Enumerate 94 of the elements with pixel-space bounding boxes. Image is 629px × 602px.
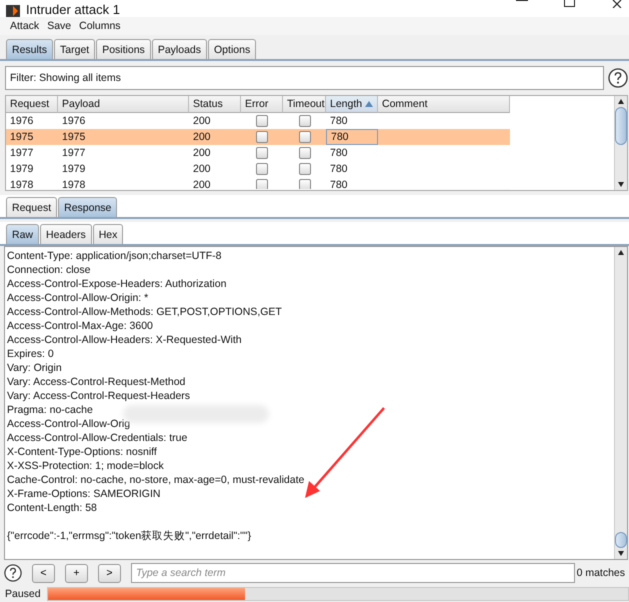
- scroll-thumb[interactable]: [615, 532, 627, 548]
- help-icon[interactable]: [4, 564, 22, 582]
- table-row[interactable]: 1976 1976 200 780: [6, 113, 510, 129]
- table-cell-text: 200: [192, 178, 212, 189]
- menu-item[interactable]: Columns: [79, 20, 121, 32]
- table-cell-text: 1976: [9, 114, 34, 129]
- tab[interactable]: Positions: [96, 39, 151, 59]
- table-cell-text: 780: [329, 114, 349, 129]
- table-row[interactable]: 1979 1979 200 780: [6, 161, 510, 177]
- response-line: Pragma: no-cache: [7, 404, 93, 416]
- checkbox[interactable]: [298, 115, 310, 127]
- table-cell-text: 200: [192, 130, 212, 145]
- tab[interactable]: Headers: [40, 224, 92, 244]
- search-nav-button[interactable]: >: [98, 564, 121, 582]
- table-cell-text: 1978: [61, 178, 86, 189]
- response-line: Vary: Access-Control-Request-Method: [7, 376, 186, 388]
- tab[interactable]: Response: [58, 197, 118, 217]
- response-line: Content-Type: application/json;charset=UTF-8: [7, 250, 222, 262]
- table-cell-text: 1977: [9, 146, 34, 161]
- response-line: Connection: close: [7, 264, 90, 276]
- response-line: Access-Control-Max-Age: 3600: [7, 320, 153, 332]
- sort-ascending-icon: [365, 101, 373, 107]
- response-line: X-Frame-Options: SAMEORIGIN: [7, 488, 160, 500]
- response-line: X-Content-Type-Options: nosniff: [7, 446, 157, 458]
- window-title: Intruder attack 1: [26, 2, 120, 17]
- table-row[interactable]: 1978 1978 200 780: [6, 177, 510, 189]
- tab[interactable]: Options: [208, 39, 256, 59]
- tab[interactable]: Hex: [92, 224, 124, 244]
- response-line: Cache-Control: no-cache, no-store, max-age=0, must-revalidate: [7, 474, 304, 486]
- response-line: Access-Control-Allow-Orig: [7, 418, 130, 430]
- table-cell-text: 1977: [61, 146, 86, 161]
- table-row[interactable]: 1975 1975 200 780: [6, 129, 510, 145]
- table-cell-text: 1978: [9, 178, 34, 189]
- tab[interactable]: Raw: [6, 224, 40, 244]
- tab[interactable]: Payloads: [152, 39, 208, 59]
- scroll-thumb[interactable]: [615, 107, 627, 145]
- checkbox[interactable]: [256, 147, 268, 159]
- table-cell-text: 780: [329, 146, 349, 161]
- response-line: Access-Control-Allow-Headers: X-Requested-With: [7, 334, 242, 346]
- table-cell-text: 780: [329, 178, 349, 189]
- help-icon[interactable]: [608, 68, 628, 88]
- table-cell-text: 200: [192, 162, 212, 177]
- status-text: Paused: [5, 588, 41, 600]
- column-header[interactable]: Length: [326, 96, 378, 113]
- response-line: Access-Control-Allow-Credentials: true: [7, 432, 188, 444]
- app-icon: [6, 5, 20, 17]
- table-cell-text: 780: [329, 162, 349, 177]
- table-cell-text: 1979: [61, 162, 86, 177]
- minimize-icon[interactable]: [516, 0, 528, 2]
- response-body: {"errcode":-1,"errmsg":"token获取失败","errdetail":""}: [7, 530, 252, 542]
- table-cell-text: 1979: [9, 162, 34, 177]
- scrollbar[interactable]: [614, 247, 627, 559]
- checkbox[interactable]: [298, 131, 310, 143]
- response-line: Vary: Access-Control-Request-Headers: [7, 390, 190, 402]
- table-cell: 780: [326, 129, 378, 145]
- tab[interactable]: Request: [6, 197, 58, 217]
- column-header[interactable]: Comment: [378, 96, 510, 113]
- checkbox[interactable]: [298, 163, 310, 175]
- response-line: Access-Control-Allow-Methods: GET,POST,OPTIONS,GET: [7, 306, 282, 318]
- tab[interactable]: Results: [6, 39, 54, 59]
- table-cell-text: 200: [192, 146, 212, 161]
- table-cell-text: 200: [192, 114, 212, 129]
- search-field[interactable]: Type a search term: [130, 563, 575, 583]
- column-header[interactable]: Status: [189, 96, 241, 113]
- column-header[interactable]: Timeout: [283, 96, 326, 113]
- response-line: Access-Control-Expose-Headers: Authorization: [7, 278, 226, 290]
- response-line: X-XSS-Protection: 1; mode=block: [7, 460, 164, 472]
- table-cell-text: 1975: [9, 130, 34, 145]
- menu-item[interactable]: Attack: [10, 20, 40, 32]
- column-header[interactable]: Error: [241, 96, 283, 113]
- menu-item[interactable]: Save: [47, 20, 72, 32]
- search-nav-button[interactable]: +: [64, 564, 88, 582]
- column-header[interactable]: Payload: [58, 96, 189, 113]
- checkbox[interactable]: [298, 147, 310, 159]
- table-row[interactable]: 1977 1977 200 780: [6, 145, 510, 161]
- close-icon[interactable]: [611, 0, 623, 8]
- column-header[interactable]: Request: [6, 96, 58, 113]
- checkbox[interactable]: [256, 131, 268, 143]
- scrollbar[interactable]: [614, 96, 627, 190]
- match-count: 0 matches: [576, 567, 626, 579]
- search-nav-button[interactable]: <: [32, 564, 55, 582]
- checkbox[interactable]: [256, 115, 268, 127]
- response-line: Access-Control-Allow-Origin: *: [7, 292, 148, 304]
- checkbox[interactable]: [256, 179, 268, 189]
- response-line: Expires: 0: [7, 348, 54, 360]
- filter-bar[interactable]: Filter: Showing all items: [5, 66, 604, 90]
- response-line: Content-Length: 58: [7, 502, 97, 514]
- maximize-icon[interactable]: [564, 0, 575, 7]
- response-line: Vary: Origin: [7, 362, 62, 374]
- checkbox[interactable]: [298, 179, 310, 189]
- checkbox[interactable]: [256, 163, 268, 175]
- table-cell-text: 1976: [61, 114, 86, 129]
- table-cell-text: 1975: [61, 130, 86, 145]
- tab[interactable]: Target: [54, 39, 96, 59]
